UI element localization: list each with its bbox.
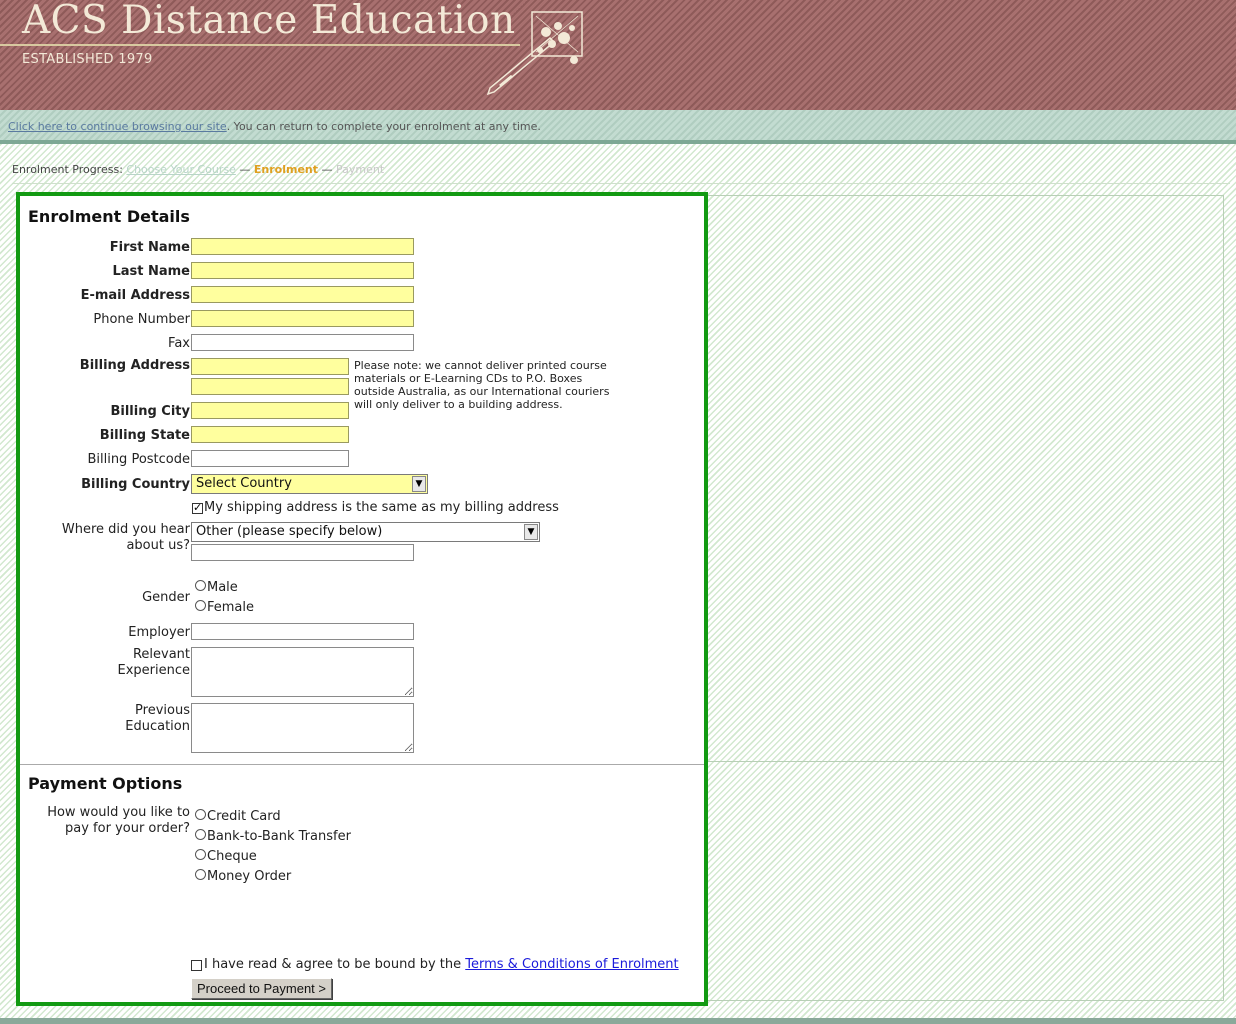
experience-label-line1: Relevant	[132, 647, 190, 662]
enrolment-form-panel: Enrolment Details First Name Last Name E…	[16, 192, 708, 1006]
experience-label-line2: Experience	[117, 663, 191, 678]
email-label: E-mail Address	[80, 288, 190, 303]
agree-terms-text: I have read & agree to be bound by the T…	[204, 957, 679, 972]
billing-address-line1-input[interactable]	[191, 358, 349, 375]
billing-state-input[interactable]	[191, 426, 349, 443]
email-input[interactable]	[191, 286, 414, 303]
hear-about-label-line2: about us?	[126, 538, 190, 553]
first-name-label: First Name	[109, 240, 190, 255]
employer-input[interactable]	[191, 623, 414, 640]
education-label-line2: Education	[125, 719, 190, 734]
fax-input[interactable]	[191, 334, 414, 351]
progress-separator: —	[235, 163, 254, 176]
hear-about-other-input[interactable]	[191, 544, 414, 561]
last-name-label: Last Name	[112, 264, 190, 279]
delivery-note: Please note: we cannot deliver printed c…	[354, 359, 610, 411]
payment-credit-card-radio[interactable]	[195, 809, 206, 820]
site-header: ACS Distance Education ESTABLISHED 1979	[0, 0, 1236, 110]
billing-address-label: Billing Address	[79, 358, 190, 373]
phone-input[interactable]	[191, 310, 414, 327]
payment-money-order-radio[interactable]	[195, 869, 206, 880]
hear-about-select[interactable]: Other (please specify below) ▼	[191, 522, 540, 542]
billing-address-line2-input[interactable]	[191, 378, 349, 395]
payment-cheque-radio[interactable]	[195, 849, 206, 860]
enrolment-details-title: Enrolment Details	[28, 207, 190, 226]
payment-bank-transfer-label: Bank-to-Bank Transfer	[207, 829, 351, 844]
experience-textarea[interactable]	[191, 647, 414, 697]
shipping-same-checkbox[interactable]	[192, 501, 203, 514]
hear-about-selected: Other (please specify below)	[196, 524, 383, 539]
progress-step-choose-course[interactable]: Choose Your Course	[126, 163, 236, 176]
last-name-input[interactable]	[191, 262, 414, 279]
progress-separator: —	[318, 163, 337, 176]
gender-label: Gender	[142, 590, 190, 605]
pen-flower-logo-icon	[486, 11, 583, 96]
billing-country-selected: Select Country	[196, 476, 292, 491]
payment-bank-transfer-radio[interactable]	[195, 829, 206, 840]
progress-step-payment: Payment	[336, 163, 385, 176]
continue-browsing-note: . You can return to complete your enrolm…	[226, 120, 541, 133]
page-bottom-rule	[0, 1018, 1236, 1024]
fax-label: Fax	[168, 336, 190, 351]
enrolment-progress: Enrolment Progress: Choose Your Course —…	[12, 163, 384, 176]
billing-postcode-input[interactable]	[191, 450, 349, 467]
employer-label: Employer	[128, 625, 190, 640]
billing-city-input[interactable]	[191, 402, 349, 419]
hear-about-label-line1: Where did you hear	[61, 522, 190, 537]
billing-country-select[interactable]: Select Country ▼	[191, 474, 428, 494]
billing-country-label: Billing Country	[81, 477, 190, 492]
proceed-to-payment-button[interactable]: Proceed to Payment >	[191, 978, 332, 999]
progress-label: Enrolment Progress:	[12, 163, 123, 176]
payment-cheque-label: Cheque	[207, 849, 257, 864]
payment-question-line2: pay for your order?	[65, 821, 190, 836]
established-text: ESTABLISHED 1979	[22, 52, 153, 67]
first-name-input[interactable]	[191, 238, 414, 255]
continue-browsing-link[interactable]: Click here to continue browsing our site	[8, 120, 227, 133]
gender-female-label: Female	[207, 600, 255, 615]
progress-rule	[12, 183, 1230, 184]
agree-terms-label: I have read & agree to be bound by the	[204, 957, 466, 972]
site-logo-title[interactable]: ACS Distance Education	[22, 0, 516, 43]
continue-browsing-bar: Click here to continue browsing our site…	[0, 110, 1236, 144]
education-label-line1: Previous	[135, 703, 190, 718]
payment-money-order-label: Money Order	[207, 869, 292, 884]
chevron-down-icon[interactable]: ▼	[412, 476, 426, 492]
terms-conditions-link[interactable]: Terms & Conditions of Enrolment	[465, 957, 678, 972]
progress-step-enrolment: Enrolment	[253, 163, 319, 176]
gender-female-radio[interactable]	[195, 600, 206, 611]
payment-options-title: Payment Options	[28, 774, 183, 793]
gender-male-radio[interactable]	[195, 580, 206, 591]
agree-terms-checkbox[interactable]	[191, 960, 202, 971]
billing-postcode-label: Billing Postcode	[87, 452, 190, 467]
continue-browsing-text: Click here to continue browsing our site…	[8, 120, 541, 133]
phone-label: Phone Number	[93, 312, 190, 327]
gender-male-label: Male	[207, 580, 238, 595]
shipping-same-label: My shipping address is the same as my bi…	[204, 500, 559, 515]
billing-state-label: Billing State	[99, 428, 190, 443]
payment-credit-card-label: Credit Card	[207, 809, 281, 824]
chevron-down-icon[interactable]: ▼	[524, 524, 538, 540]
payment-question-line1: How would you like to	[47, 805, 190, 820]
logo-rule	[0, 44, 520, 46]
education-textarea[interactable]	[191, 703, 414, 753]
billing-city-label: Billing City	[110, 404, 190, 419]
section-divider	[20, 764, 704, 765]
